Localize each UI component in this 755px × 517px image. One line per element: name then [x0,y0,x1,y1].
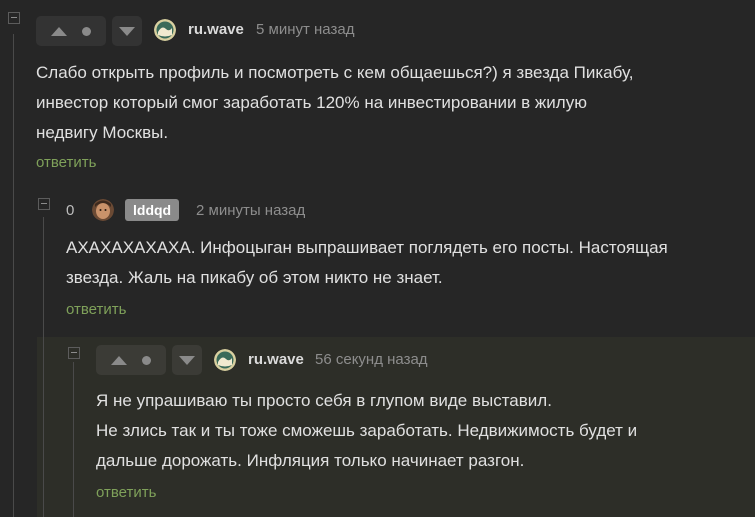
comment-text-line: Не злись так и ты тоже сможешь заработат… [96,421,638,440]
reply-link[interactable]: ответить [66,301,126,318]
avatar-face-icon [92,199,114,221]
thread-line-root [13,34,14,517]
rating-value: 0 [66,202,75,219]
avatar-wave-icon [154,19,176,41]
vote-pill [96,345,166,375]
avatar[interactable] [154,19,176,41]
comment-text: Слабо открыть профиль и посмотреть с кем… [36,58,634,148]
avatar-wave-icon [214,349,236,371]
timestamp[interactable]: 56 секунд назад [315,351,428,368]
timestamp[interactable]: 5 минут назад [256,21,354,38]
rating-dot-icon [141,355,151,365]
thread-line-level-2 [73,362,74,517]
downvote-icon [119,26,135,36]
collapse-toggle[interactable] [68,347,80,359]
downvote-button[interactable] [112,16,142,46]
downvote-icon [179,355,195,365]
avatar[interactable] [214,349,236,371]
comment-text: АХАХАХАХАХА. Инфоцыган выпрашивает погля… [66,233,668,293]
reply-link[interactable]: ответить [96,484,156,501]
timestamp[interactable]: 2 минуты назад [196,202,305,219]
username-badge[interactable]: lddqd [125,199,180,221]
comment-text-line: дальше дорожать. Инфляция только начинае… [96,451,525,470]
reply-link[interactable]: ответить [36,154,96,171]
vote-controls [36,16,142,46]
comment-text-line: Слабо открыть профиль и посмотреть с кем… [36,63,634,82]
upvote-icon[interactable] [51,26,68,36]
comment-text-line: АХАХАХАХАХА. Инфоцыган выпрашивает погля… [66,238,668,257]
comment-text-line: инвестор который смог заработать 120% на… [36,93,587,112]
upvote-icon[interactable] [111,355,128,365]
thread-line-level-1 [43,217,44,517]
vote-controls [96,345,202,375]
comment-text-line: недвигу Москвы. [36,123,169,142]
collapse-toggle[interactable] [8,12,20,24]
username[interactable]: ru.wave [188,21,244,38]
comment-text-line: Я не упрашиваю ты просто себя в глупом в… [96,391,552,410]
avatar[interactable] [92,199,114,221]
downvote-button[interactable] [172,345,202,375]
comment-text: Я не упрашиваю ты просто себя в глупом в… [96,386,637,476]
rating-dot-icon [81,26,91,36]
vote-pill [36,16,106,46]
comment-text-line: звезда. Жаль на пикабу об этом никто не … [66,268,443,287]
username[interactable]: ru.wave [248,351,304,368]
collapse-toggle[interactable] [38,198,50,210]
